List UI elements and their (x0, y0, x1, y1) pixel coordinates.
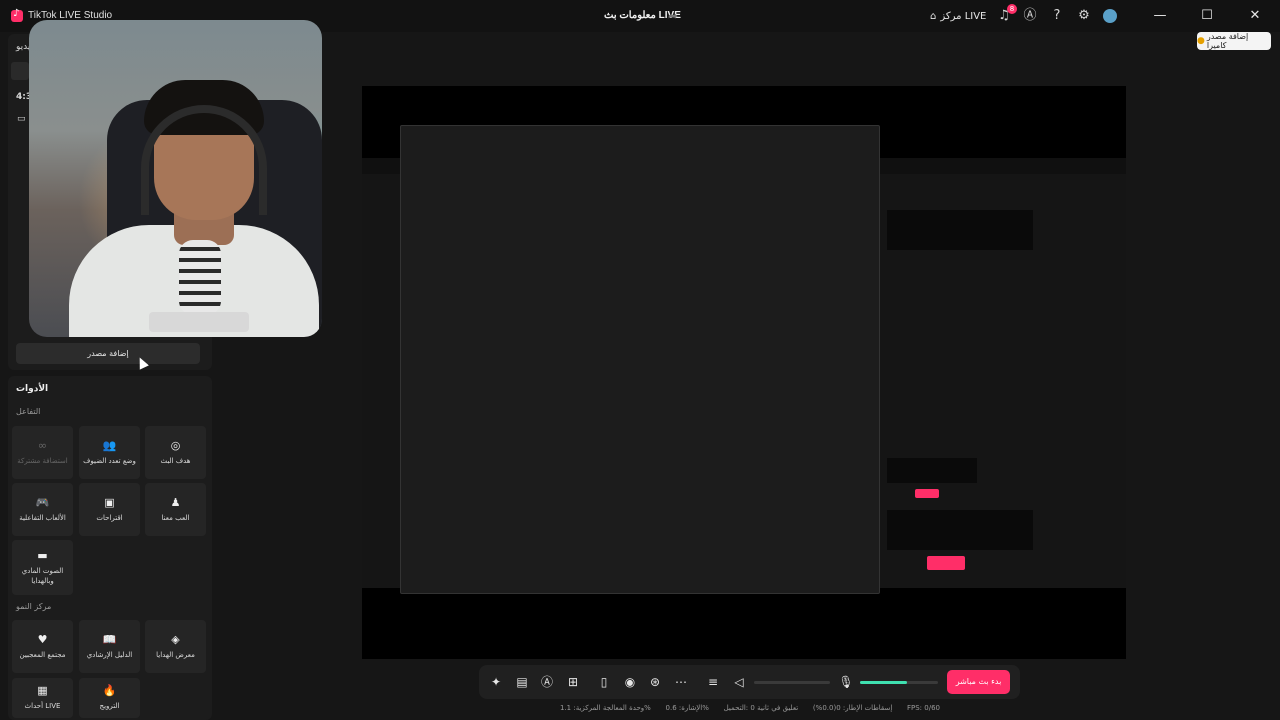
magic-icon[interactable]: ✦ (488, 674, 504, 690)
gallery-icon: ◈ (171, 632, 180, 646)
target-icon: ◎ (170, 438, 181, 452)
speaker-icon[interactable]: ◁ (731, 674, 747, 690)
tool-label: أحداث LIVE (24, 702, 61, 710)
tool-multi-guest[interactable]: 👥 وضع تعدد الضيوف (79, 426, 140, 479)
status-fps: FPS: 0/60 (906, 704, 940, 712)
tool-live-events[interactable]: ▦ أحداث LIVE (12, 678, 73, 718)
mic-slider[interactable] (860, 681, 938, 684)
camera-switch-icon[interactable]: ⊛ (647, 674, 663, 690)
add-scene-icon[interactable]: ⊞ (565, 674, 581, 690)
mini-dark-block (887, 458, 977, 483)
book-icon: 📖 (102, 632, 117, 646)
camera-overlay[interactable] (29, 20, 322, 337)
tool-label: الدليل الإرشادي (86, 650, 133, 659)
tool-guide[interactable]: 📖 الدليل الإرشادي (79, 620, 140, 673)
more-icon[interactable]: ⋯ (673, 674, 689, 690)
settings-icon[interactable]: ⚙ (1076, 8, 1092, 24)
mini-live-button (915, 489, 939, 498)
tool-fan-club[interactable]: ♥ مجتمع المعجبين (12, 620, 73, 673)
tools-title: الأدوات (16, 384, 49, 394)
mini-preview-bottom (887, 510, 1033, 550)
phone-icon[interactable]: ▯ (596, 674, 612, 690)
tooltip-text: إضافة مصدر كاميرا (1206, 32, 1249, 50)
share-icon[interactable]: ➦ (668, 9, 682, 23)
link-icon: ∞ (37, 438, 48, 452)
tool-label: هدف البث (160, 456, 191, 465)
fire-icon: 🔥 (102, 684, 117, 697)
tool-label: الصوت المادي وبالهدايا (21, 566, 64, 585)
maximize-icon[interactable]: ☐ (1197, 6, 1217, 26)
status-signal: الإشارة: 0.6% (665, 704, 709, 712)
ai-icon[interactable]: Ⓐ (1022, 8, 1038, 24)
ai-icon[interactable]: Ⓐ (539, 674, 555, 690)
monitor-icon[interactable]: ▭ (17, 114, 26, 124)
comment-icon[interactable]: ▤ (514, 674, 530, 690)
mini-live-button-large (927, 556, 965, 570)
tool-label: استضافة مشتركة (17, 456, 68, 465)
tool-label: مجتمع المعجبين (19, 650, 66, 659)
add-source-button[interactable]: إضافة مصدر (16, 343, 200, 364)
tool-gift-gallery[interactable]: ◈ معرض الهدايا (145, 620, 206, 673)
help-icon[interactable]: ? (1049, 8, 1065, 24)
tool-label: الألعاب التفاعلية (19, 513, 66, 522)
live-center-button[interactable]: ⌂ مركز LIVE (930, 8, 986, 24)
status-dropped-frames: إسقاطات الإطار: 0(0.0%) (812, 704, 893, 712)
add-camera-tooltip: ● إضافة مصدر كاميرا (1197, 32, 1271, 50)
live-center-label: مركز LIVE (940, 10, 987, 22)
sound-icon: ▬ (37, 548, 48, 562)
play-with-icon: ♟ (170, 495, 181, 509)
tool-label: اقتراحات (96, 513, 123, 522)
tools-card: الأدوات التفاعل ◎ هدف البث 👥 وضع تعدد ال… (8, 376, 212, 720)
tiktok-logo-icon (11, 8, 23, 22)
tool-interactive-games[interactable]: 🎮 الألعاب التفاعلية (12, 483, 73, 536)
tool-sound-gifts[interactable]: ▬ الصوت المادي وبالهدايا (12, 540, 73, 595)
calendar-icon: ▦ (37, 684, 48, 697)
tool-label: الترويج (99, 702, 120, 710)
close-icon[interactable]: ✕ (1245, 6, 1265, 26)
mic-icon[interactable]: 🎙 (838, 674, 854, 690)
status-cpu: وحدة المعالجة المركزية: 1.1% (560, 704, 651, 712)
minimize-icon[interactable]: — (1150, 6, 1170, 26)
guests-icon: 👥 (102, 438, 117, 452)
record-icon[interactable]: ◉ (622, 674, 638, 690)
camera-mic-base (149, 312, 249, 332)
go-live-button[interactable]: بدء بث مباشر (947, 670, 1010, 694)
tool-label: العب معنا (161, 513, 190, 522)
camera-microphone (179, 240, 221, 315)
avatar[interactable] (1103, 9, 1117, 23)
gift-box-icon: ▣ (104, 495, 115, 509)
gamepad-icon: 🎮 (35, 495, 50, 509)
tool-live-goal[interactable]: ◎ هدف البث (145, 426, 206, 479)
bulb-icon: ● (1197, 36, 1205, 46)
section-interaction: التفاعل (16, 407, 41, 416)
mic-fill (860, 681, 907, 684)
section-creator: مركز النمو (16, 602, 52, 611)
tool-co-host[interactable]: ∞ استضافة مشتركة (12, 426, 73, 479)
home-icon: ⌂ (930, 10, 937, 22)
control-bar: ✦ ▤ Ⓐ ⊞ ▯ ◉ ⊛ ⋯ ≡ ◁ 🎙 (479, 665, 1020, 699)
volume-slider[interactable] (754, 681, 830, 684)
tool-play-with[interactable]: ♟ العب معنا (145, 483, 206, 536)
tool-suggestions[interactable]: ▣ اقتراحات (79, 483, 140, 536)
empty-panel-overlay (400, 125, 880, 594)
mixer-icon[interactable]: ≡ (705, 674, 721, 690)
status-bar: وحدة المعالجة المركزية: 1.1% الإشارة: 0.… (560, 704, 940, 716)
tool-promote[interactable]: 🔥 الترويج (79, 678, 140, 718)
tool-label: وضع تعدد الضيوف (83, 456, 136, 465)
heart-icon: ♥ (37, 632, 48, 646)
tool-label: معرض الهدايا (156, 650, 195, 659)
status-upload: تعليق في ثانية 0 :التحميل (723, 704, 799, 712)
notification-badge: 8 (1007, 4, 1017, 14)
orientation-tab[interactable] (11, 62, 29, 80)
mini-preview (887, 210, 1033, 250)
